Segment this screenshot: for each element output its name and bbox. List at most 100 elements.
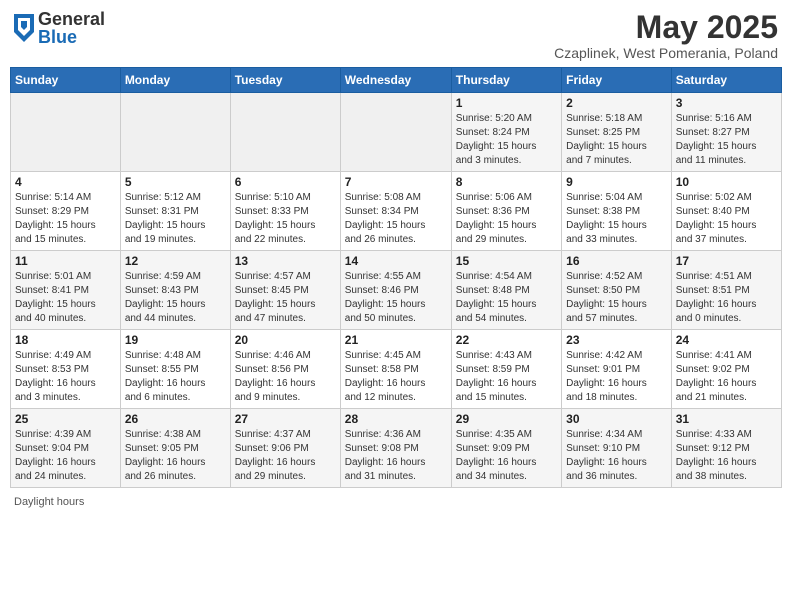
day-info: Sunrise: 5:06 AM Sunset: 8:36 PM Dayligh… bbox=[456, 191, 557, 247]
day-number: 25 bbox=[15, 412, 116, 426]
header-day-friday: Friday bbox=[562, 68, 672, 93]
day-info: Sunrise: 4:35 AM Sunset: 9:09 PM Dayligh… bbox=[456, 428, 557, 484]
calendar-cell: 5 Sunrise: 5:12 AM Sunset: 8:31 PM Daylig… bbox=[120, 172, 230, 251]
day-number: 5 bbox=[125, 175, 226, 189]
day-number: 26 bbox=[125, 412, 226, 426]
day-info: Sunrise: 4:51 AM Sunset: 8:51 PM Dayligh… bbox=[676, 270, 777, 326]
day-number: 13 bbox=[235, 254, 336, 268]
calendar-cell: 22Sunrise: 4:43 AM Sunset: 8:59 PM Dayli… bbox=[451, 330, 561, 409]
location: Czaplinek, West Pomerania, Poland bbox=[554, 45, 778, 61]
day-info: Sunrise: 5:08 AM Sunset: 8:34 PM Dayligh… bbox=[345, 191, 447, 247]
header-day-sunday: Sunday bbox=[11, 68, 121, 93]
calendar-cell: 16 Sunrise: 4:52 AM Sunset: 8:50 PM Dayli… bbox=[562, 251, 672, 330]
day-info: Sunrise: 4:34 AM Sunset: 9:10 PM Dayligh… bbox=[566, 428, 667, 484]
week-row-5: 25 Sunrise: 4:39 AM Sunset: 9:04 PM Dayli… bbox=[11, 409, 782, 488]
day-number: 28 bbox=[345, 412, 447, 426]
calendar-cell: 2 Sunrise: 5:18 AM Sunset: 8:25 PM Daylig… bbox=[562, 93, 672, 172]
day-number: 14 bbox=[345, 254, 447, 268]
calendar-cell: 11 Sunrise: 5:01 AM Sunset: 8:41 PM Dayli… bbox=[11, 251, 121, 330]
day-info: Sunrise: 5:18 AM Sunset: 8:25 PM Dayligh… bbox=[566, 112, 667, 168]
day-info: Sunrise: 5:14 AM Sunset: 8:29 PM Dayligh… bbox=[15, 191, 116, 247]
day-info: Sunrise: 4:41 AM Sunset: 9:02 PM Dayligh… bbox=[676, 349, 777, 405]
calendar-cell: 29 Sunrise: 4:35 AM Sunset: 9:09 PM Dayli… bbox=[451, 409, 561, 488]
logo-general-text: General bbox=[38, 10, 105, 28]
logo-icon bbox=[14, 14, 34, 42]
day-number: 31 bbox=[676, 412, 777, 426]
day-info: Sunrise: 4:37 AM Sunset: 9:06 PM Dayligh… bbox=[235, 428, 336, 484]
month-title: May 2025 bbox=[554, 10, 778, 45]
calendar-cell: 15 Sunrise: 4:54 AM Sunset: 8:48 PM Dayli… bbox=[451, 251, 561, 330]
calendar-cell bbox=[11, 93, 121, 172]
calendar-cell: 8Sunrise: 5:06 AM Sunset: 8:36 PM Daylig… bbox=[451, 172, 561, 251]
calendar-header: SundayMondayTuesdayWednesdayThursdayFrid… bbox=[11, 68, 782, 93]
day-info: Sunrise: 4:55 AM Sunset: 8:46 PM Dayligh… bbox=[345, 270, 447, 326]
day-number: 20 bbox=[235, 333, 336, 347]
logo-text: General Blue bbox=[38, 10, 105, 46]
calendar-table: SundayMondayTuesdayWednesdayThursdayFrid… bbox=[10, 67, 782, 488]
day-number: 23 bbox=[566, 333, 667, 347]
day-number: 17 bbox=[676, 254, 777, 268]
day-number: 27 bbox=[235, 412, 336, 426]
day-number: 3 bbox=[676, 96, 777, 110]
day-info: Sunrise: 5:10 AM Sunset: 8:33 PM Dayligh… bbox=[235, 191, 336, 247]
day-number: 18 bbox=[15, 333, 116, 347]
day-info: Sunrise: 4:52 AM Sunset: 8:50 PM Dayligh… bbox=[566, 270, 667, 326]
day-info: Sunrise: 5:01 AM Sunset: 8:41 PM Dayligh… bbox=[15, 270, 116, 326]
calendar-cell: 25 Sunrise: 4:39 AM Sunset: 9:04 PM Dayli… bbox=[11, 409, 121, 488]
week-row-1: 1Sunrise: 5:20 AM Sunset: 8:24 PM Daylig… bbox=[11, 93, 782, 172]
day-info: Sunrise: 4:54 AM Sunset: 8:48 PM Dayligh… bbox=[456, 270, 557, 326]
day-info: Sunrise: 4:59 AM Sunset: 8:43 PM Dayligh… bbox=[125, 270, 226, 326]
header-day-wednesday: Wednesday bbox=[340, 68, 451, 93]
day-number: 30 bbox=[566, 412, 667, 426]
day-info: Sunrise: 5:04 AM Sunset: 8:38 PM Dayligh… bbox=[566, 191, 667, 247]
day-info: Sunrise: 4:36 AM Sunset: 9:08 PM Dayligh… bbox=[345, 428, 447, 484]
calendar-cell: 27 Sunrise: 4:37 AM Sunset: 9:06 PM Dayli… bbox=[230, 409, 340, 488]
day-info: Sunrise: 5:20 AM Sunset: 8:24 PM Dayligh… bbox=[456, 112, 557, 168]
calendar-cell: 4 Sunrise: 5:14 AM Sunset: 8:29 PM Daylig… bbox=[11, 172, 121, 251]
day-number: 22 bbox=[456, 333, 557, 347]
header-row: SundayMondayTuesdayWednesdayThursdayFrid… bbox=[11, 68, 782, 93]
calendar-cell: 6 Sunrise: 5:10 AM Sunset: 8:33 PM Daylig… bbox=[230, 172, 340, 251]
day-number: 15 bbox=[456, 254, 557, 268]
daylight-label: Daylight hours bbox=[14, 496, 84, 508]
calendar-cell: 20 Sunrise: 4:46 AM Sunset: 8:56 PM Dayli… bbox=[230, 330, 340, 409]
calendar-cell: 13 Sunrise: 4:57 AM Sunset: 8:45 PM Dayli… bbox=[230, 251, 340, 330]
day-number: 2 bbox=[566, 96, 667, 110]
header-day-monday: Monday bbox=[120, 68, 230, 93]
day-info: Sunrise: 5:02 AM Sunset: 8:40 PM Dayligh… bbox=[676, 191, 777, 247]
day-number: 4 bbox=[15, 175, 116, 189]
calendar-cell bbox=[340, 93, 451, 172]
title-section: May 2025 Czaplinek, West Pomerania, Pola… bbox=[554, 10, 778, 61]
calendar-cell: 19Sunrise: 4:48 AM Sunset: 8:55 PM Dayli… bbox=[120, 330, 230, 409]
day-info: Sunrise: 4:45 AM Sunset: 8:58 PM Dayligh… bbox=[345, 349, 447, 405]
day-number: 10 bbox=[676, 175, 777, 189]
day-info: Sunrise: 4:33 AM Sunset: 9:12 PM Dayligh… bbox=[676, 428, 777, 484]
calendar-cell: 9 Sunrise: 5:04 AM Sunset: 8:38 PM Daylig… bbox=[562, 172, 672, 251]
page-header: General Blue May 2025 Czaplinek, West Po… bbox=[10, 10, 782, 61]
calendar-cell bbox=[230, 93, 340, 172]
day-number: 6 bbox=[235, 175, 336, 189]
day-number: 7 bbox=[345, 175, 447, 189]
day-number: 29 bbox=[456, 412, 557, 426]
calendar-cell: 3 Sunrise: 5:16 AM Sunset: 8:27 PM Daylig… bbox=[671, 93, 781, 172]
header-day-thursday: Thursday bbox=[451, 68, 561, 93]
footer: Daylight hours bbox=[10, 496, 782, 508]
calendar-cell: 26 Sunrise: 4:38 AM Sunset: 9:05 PM Dayli… bbox=[120, 409, 230, 488]
header-day-tuesday: Tuesday bbox=[230, 68, 340, 93]
day-info: Sunrise: 4:38 AM Sunset: 9:05 PM Dayligh… bbox=[125, 428, 226, 484]
day-info: Sunrise: 4:46 AM Sunset: 8:56 PM Dayligh… bbox=[235, 349, 336, 405]
calendar-cell: 28 Sunrise: 4:36 AM Sunset: 9:08 PM Dayli… bbox=[340, 409, 451, 488]
week-row-2: 4 Sunrise: 5:14 AM Sunset: 8:29 PM Daylig… bbox=[11, 172, 782, 251]
day-number: 16 bbox=[566, 254, 667, 268]
day-info: Sunrise: 4:48 AM Sunset: 8:55 PM Dayligh… bbox=[125, 349, 226, 405]
day-number: 9 bbox=[566, 175, 667, 189]
calendar-cell: 31 Sunrise: 4:33 AM Sunset: 9:12 PM Dayli… bbox=[671, 409, 781, 488]
day-info: Sunrise: 5:12 AM Sunset: 8:31 PM Dayligh… bbox=[125, 191, 226, 247]
day-info: Sunrise: 4:49 AM Sunset: 8:53 PM Dayligh… bbox=[15, 349, 116, 405]
day-info: Sunrise: 4:57 AM Sunset: 8:45 PM Dayligh… bbox=[235, 270, 336, 326]
day-info: Sunrise: 4:39 AM Sunset: 9:04 PM Dayligh… bbox=[15, 428, 116, 484]
day-number: 11 bbox=[15, 254, 116, 268]
week-row-4: 18 Sunrise: 4:49 AM Sunset: 8:53 PM Dayli… bbox=[11, 330, 782, 409]
day-info: Sunrise: 5:16 AM Sunset: 8:27 PM Dayligh… bbox=[676, 112, 777, 168]
header-day-saturday: Saturday bbox=[671, 68, 781, 93]
